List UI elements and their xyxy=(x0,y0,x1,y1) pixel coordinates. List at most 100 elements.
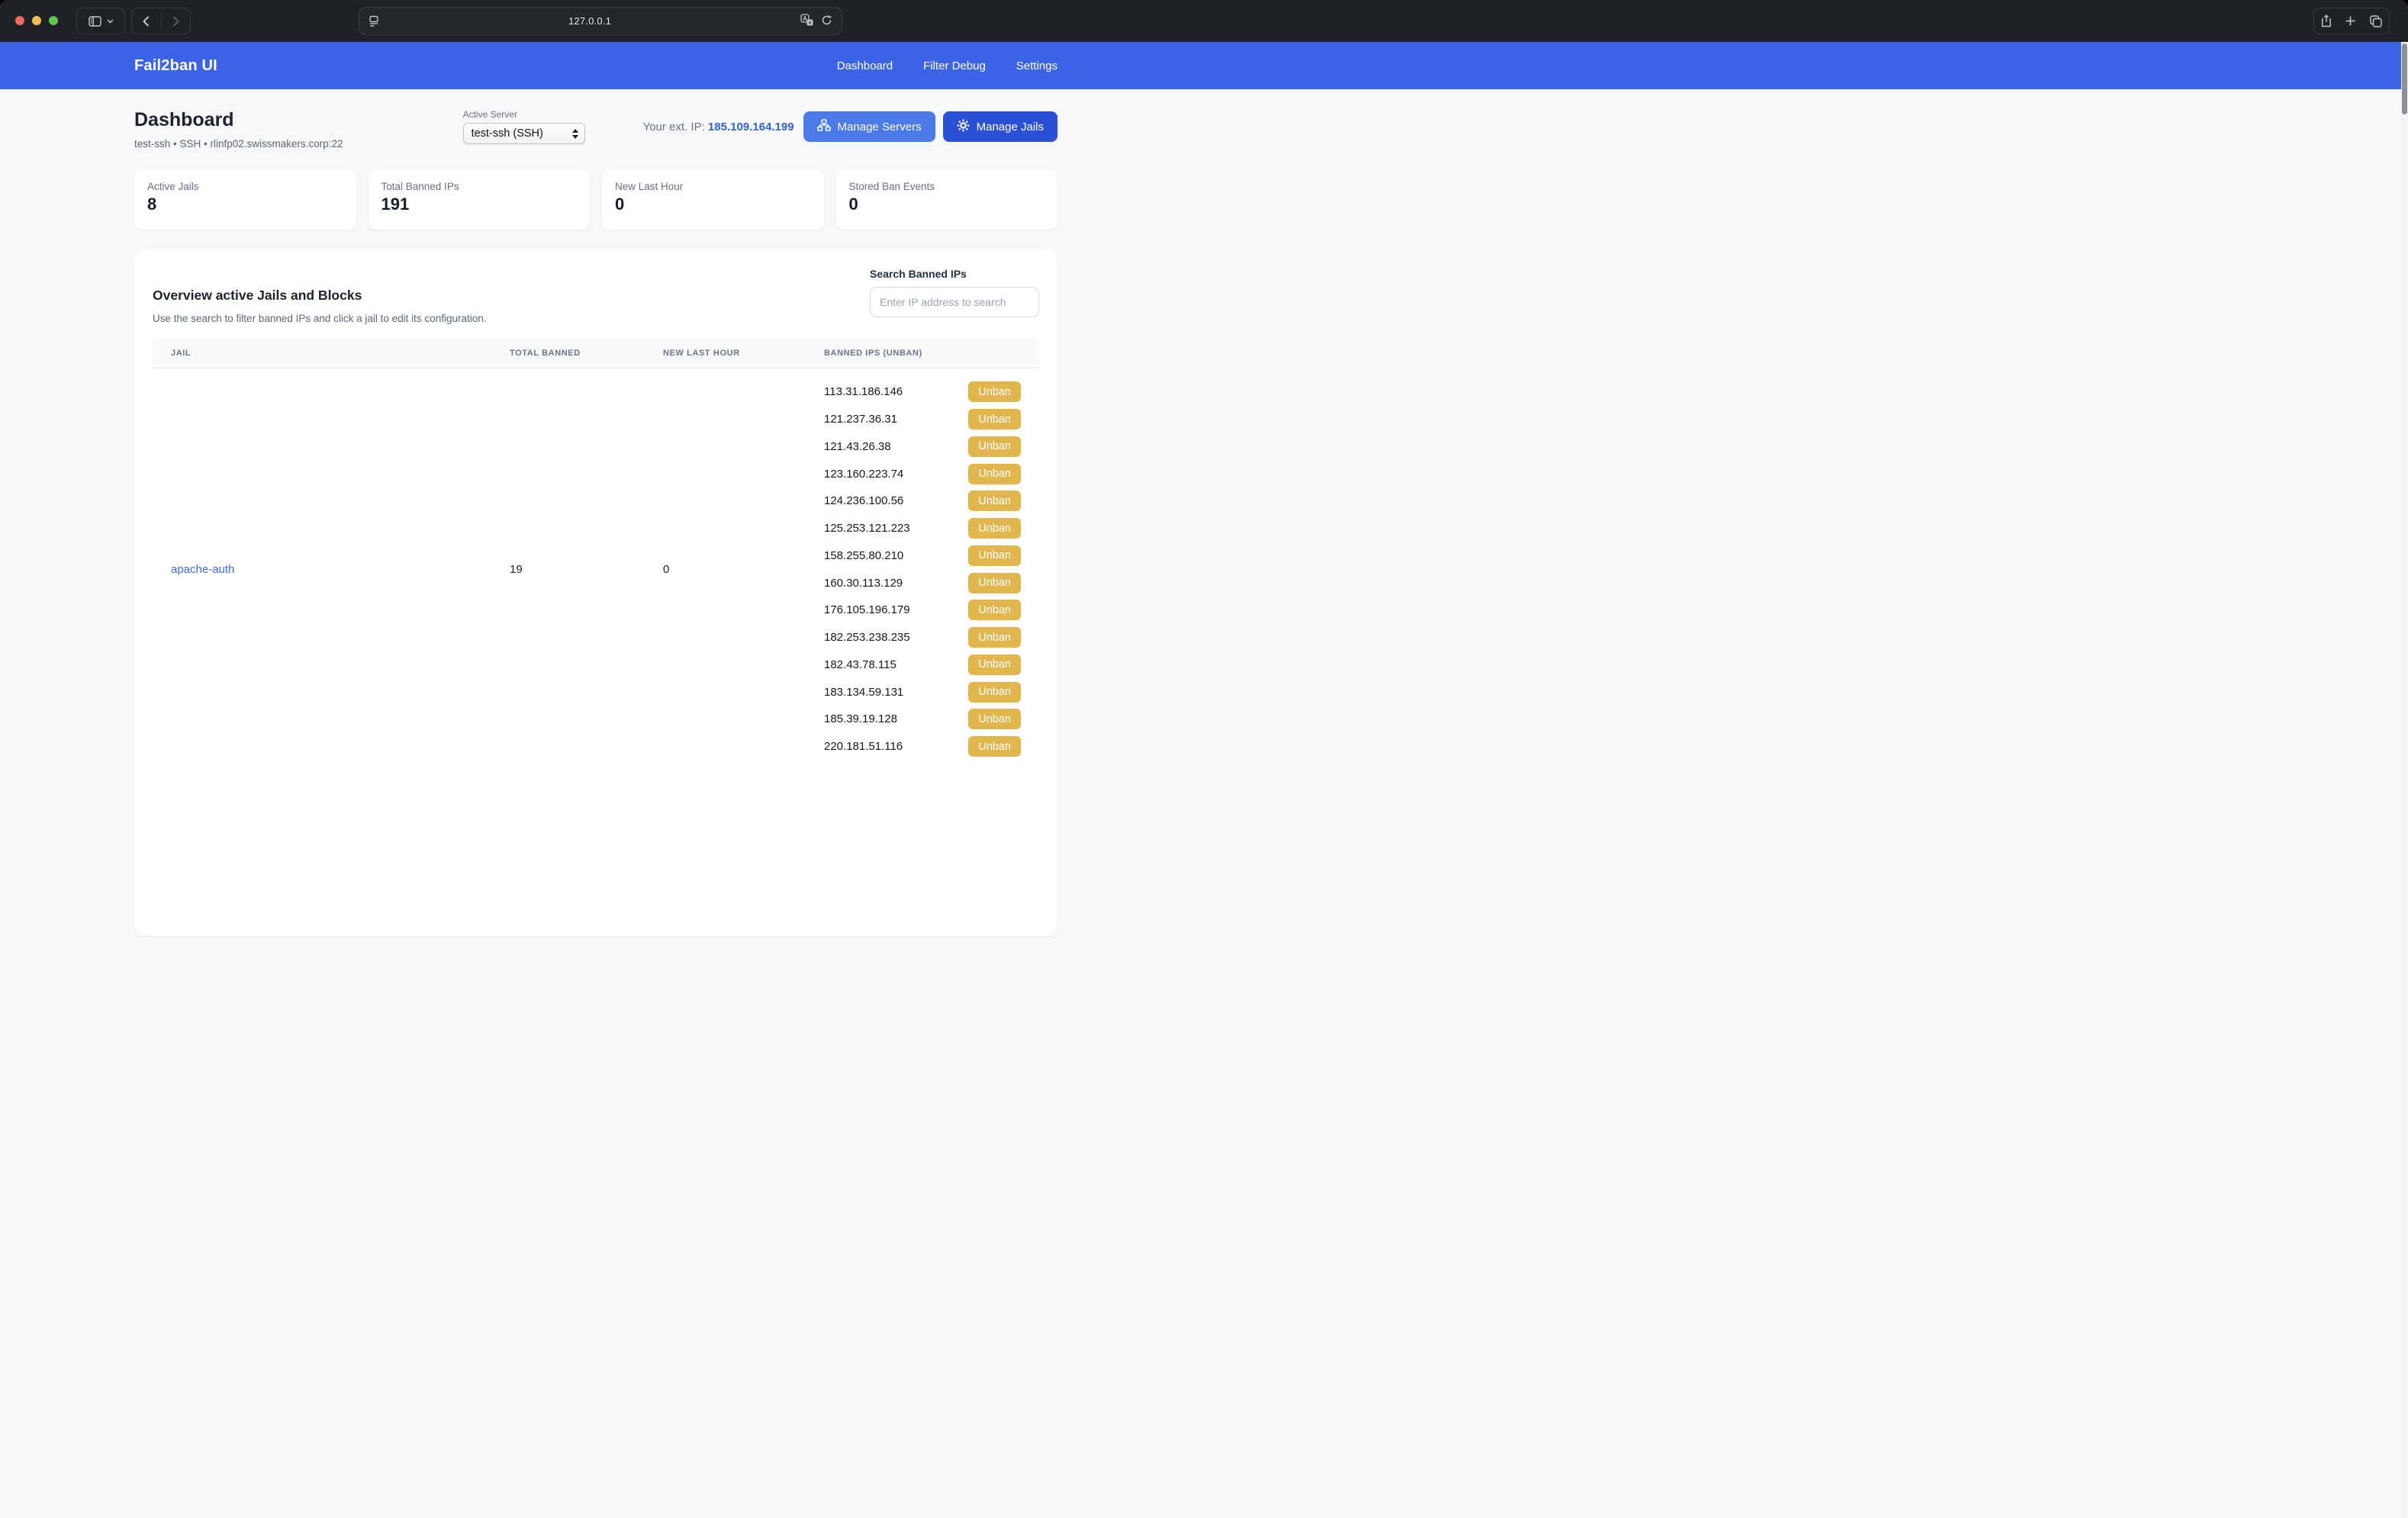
unban-button[interactable]: Unban xyxy=(968,682,1021,703)
banned-ip-row: 125.253.121.223 Unban xyxy=(824,515,1021,542)
unban-button[interactable]: Unban xyxy=(968,627,1021,648)
back-button[interactable] xyxy=(132,8,161,34)
sidebar-icon xyxy=(89,16,101,27)
page-title: Dashboard xyxy=(134,109,343,131)
new-tab-icon[interactable] xyxy=(2345,16,2355,26)
unban-button[interactable]: Unban xyxy=(968,490,1021,511)
brand[interactable]: Fail2ban UI xyxy=(134,57,217,75)
stat-card-total-banned: Total Banned IPs 191 xyxy=(369,170,591,230)
banned-ip: 113.31.186.146 xyxy=(824,385,903,398)
table-header-row: Jail Total Banned New Last Hour Banned I… xyxy=(153,338,1039,368)
traffic-lights xyxy=(15,16,58,25)
banned-ip: 182.253.238.235 xyxy=(824,631,910,644)
stat-label: Stored Ban Events xyxy=(849,181,1045,192)
search-banned-ips-label: Search Banned IPs xyxy=(870,268,1039,280)
banned-ip: 176.105.196.179 xyxy=(824,603,910,616)
stat-label: Active Jails xyxy=(147,181,343,192)
unban-button[interactable]: Unban xyxy=(968,381,1021,402)
manage-jails-button[interactable]: Manage Jails xyxy=(943,111,1058,142)
browser-window: 127.0.0.1 A x xyxy=(0,0,2408,1518)
overview-card: Overview active Jails and Blocks Use the… xyxy=(134,249,1058,936)
history-nav-buttons xyxy=(131,8,191,34)
banned-ip: 183.134.59.131 xyxy=(824,686,903,699)
banned-ip: 158.255.80.210 xyxy=(824,549,903,562)
active-server-select[interactable]: test-ssh (SSH) xyxy=(463,123,585,144)
url-text: 127.0.0.1 xyxy=(379,15,800,27)
sitemap-icon xyxy=(817,119,831,134)
unban-button[interactable]: Unban xyxy=(968,545,1021,566)
nav-links: Dashboard Filter Debug Settings xyxy=(837,59,1058,72)
unban-button[interactable]: Unban xyxy=(968,518,1021,539)
column-header-new-last-hour: New Last Hour xyxy=(645,349,806,358)
column-header-banned-ips: Banned IPs (Unban) xyxy=(806,349,1039,358)
banned-ip-row: 121.237.36.31 Unban xyxy=(824,406,1021,433)
nav-item-dashboard[interactable]: Dashboard xyxy=(837,59,893,72)
page-subtitle: test-ssh • SSH • rlinfp02.swissmakers.co… xyxy=(134,138,343,150)
banned-ip-row: 182.43.78.115 Unban xyxy=(824,651,1021,679)
page-format-icon[interactable] xyxy=(369,15,379,27)
sidebar-toggle-button[interactable] xyxy=(76,8,125,34)
banned-ip: 121.237.36.31 xyxy=(824,413,897,426)
banned-ip-row: 220.181.51.116 Unban xyxy=(824,733,1021,761)
banned-ip-row: 123.160.223.74 Unban xyxy=(824,460,1021,487)
stat-card-active-jails: Active Jails 8 xyxy=(134,170,356,230)
gear-icon xyxy=(957,119,970,135)
manage-servers-label: Manage Servers xyxy=(838,121,922,133)
stat-value: 191 xyxy=(381,195,578,214)
column-header-jail: Jail xyxy=(153,349,491,358)
banned-ip-row: 183.134.59.131 Unban xyxy=(824,678,1021,706)
jail-link[interactable]: apache-auth xyxy=(171,563,234,576)
banned-ip-row: 158.255.80.210 Unban xyxy=(824,542,1021,570)
stat-value: 8 xyxy=(147,195,343,214)
page-scrollbar[interactable] xyxy=(2401,42,2408,1518)
banned-ip-row: 124.236.100.56 Unban xyxy=(824,487,1021,515)
page-header: Dashboard test-ssh • SSH • rlinfp02.swis… xyxy=(134,109,1058,150)
banned-ip-row: 121.43.26.38 Unban xyxy=(824,433,1021,461)
stat-label: New Last Hour xyxy=(615,181,811,192)
banned-ip-row: 176.105.196.179 Unban xyxy=(824,597,1021,624)
banned-ip-row: 160.30.113.129 Unban xyxy=(824,569,1021,597)
scrollbar-thumb[interactable] xyxy=(2402,43,2407,114)
tabs-overview-icon[interactable] xyxy=(2370,15,2382,27)
table-row: apache-auth 19 0 113.31.186.146 Unban 12… xyxy=(153,368,1039,770)
unban-button[interactable]: Unban xyxy=(968,409,1021,429)
svg-text:A: A xyxy=(803,15,807,22)
minimize-window-button[interactable] xyxy=(32,16,41,25)
stat-cards: Active Jails 8 Total Banned IPs 191 New … xyxy=(134,170,1058,230)
unban-button[interactable]: Unban xyxy=(968,436,1021,457)
close-window-button[interactable] xyxy=(15,16,24,25)
select-stepper-icon xyxy=(572,129,578,139)
forward-button[interactable] xyxy=(161,8,190,34)
address-bar[interactable]: 127.0.0.1 A x xyxy=(359,7,842,35)
unban-button[interactable]: Unban xyxy=(968,709,1021,729)
unban-button[interactable]: Unban xyxy=(968,736,1021,757)
search-banned-ips-input[interactable] xyxy=(870,287,1039,317)
manage-servers-button[interactable]: Manage Servers xyxy=(803,111,935,142)
browser-toolbar: 127.0.0.1 A x xyxy=(0,0,2408,42)
stat-label: Total Banned IPs xyxy=(381,181,578,192)
stat-value: 0 xyxy=(615,195,811,214)
chevron-down-icon xyxy=(107,19,114,24)
reload-icon[interactable] xyxy=(821,14,832,28)
jails-table: Jail Total Banned New Last Hour Banned I… xyxy=(153,338,1039,770)
overview-title: Overview active Jails and Blocks xyxy=(153,288,486,304)
stat-card-stored-ban-events: Stored Ban Events 0 xyxy=(836,170,1058,230)
banned-ip: 124.236.100.56 xyxy=(824,494,903,507)
unban-button[interactable]: Unban xyxy=(968,573,1021,593)
external-ip-value: 185.109.164.199 xyxy=(708,121,794,133)
unban-button[interactable]: Unban xyxy=(968,464,1021,484)
translate-icon[interactable]: A x xyxy=(800,14,813,28)
banned-ip-row: 182.253.238.235 Unban xyxy=(824,624,1021,651)
active-server-label: Active Server xyxy=(463,109,585,120)
app-navbar: Fail2ban UI Dashboard Filter Debug Setti… xyxy=(0,42,2408,89)
total-banned-value: 19 xyxy=(491,563,645,576)
unban-button[interactable]: Unban xyxy=(968,600,1021,620)
share-icon[interactable] xyxy=(2321,14,2332,27)
banned-ip: 121.43.26.38 xyxy=(824,440,891,453)
nav-item-settings[interactable]: Settings xyxy=(1016,59,1058,72)
toolbar-right-buttons xyxy=(2313,8,2390,34)
nav-item-filter-debug[interactable]: Filter Debug xyxy=(923,59,986,72)
stat-card-new-last-hour: New Last Hour 0 xyxy=(602,170,824,230)
unban-button[interactable]: Unban xyxy=(968,654,1021,675)
zoom-window-button[interactable] xyxy=(49,16,58,25)
